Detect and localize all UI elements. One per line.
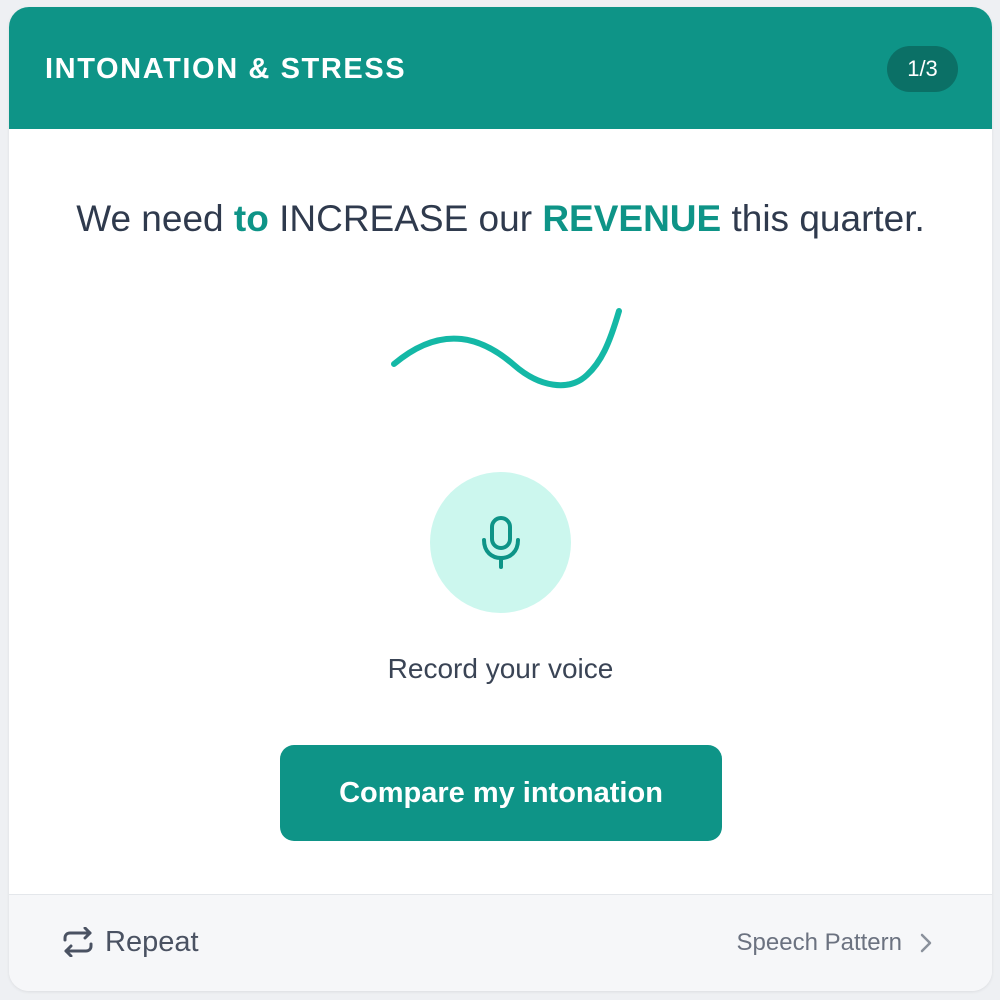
step-badge: 1/3: [887, 46, 958, 92]
sentence-text: this quarter.: [721, 198, 925, 239]
card-title: INTONATION & STRESS: [45, 53, 407, 85]
stressed-word: to: [233, 198, 269, 239]
repeat-label: Repeat: [105, 926, 199, 958]
card-header: INTONATION & STRESS 1/3: [9, 7, 992, 129]
intonation-contour: [391, 308, 622, 389]
compare-intonation-button[interactable]: Compare my intonation: [280, 745, 722, 841]
sentence-text: INCREASE our: [268, 198, 543, 239]
record-label: Record your voice: [387, 653, 614, 684]
practice-sentence: We need to INCREASE our REVENUE this qua…: [9, 197, 992, 241]
repeat-button[interactable]: Repeat: [61, 925, 199, 959]
microphone-icon: [481, 515, 520, 569]
intonation-card: INTONATION & STRESS 1/3 We need to INCRE…: [9, 7, 992, 991]
record-button[interactable]: [430, 472, 571, 613]
chevron-right-icon: [920, 933, 932, 953]
sentence-text: We need: [76, 198, 234, 239]
speech-pattern-link[interactable]: Speech Pattern: [737, 928, 932, 958]
card-footer: Repeat Speech Pattern: [9, 894, 992, 991]
repeat-icon: [63, 927, 93, 957]
speech-pattern-label: Speech Pattern: [736, 929, 902, 956]
stressed-word: REVENUE: [542, 198, 722, 239]
